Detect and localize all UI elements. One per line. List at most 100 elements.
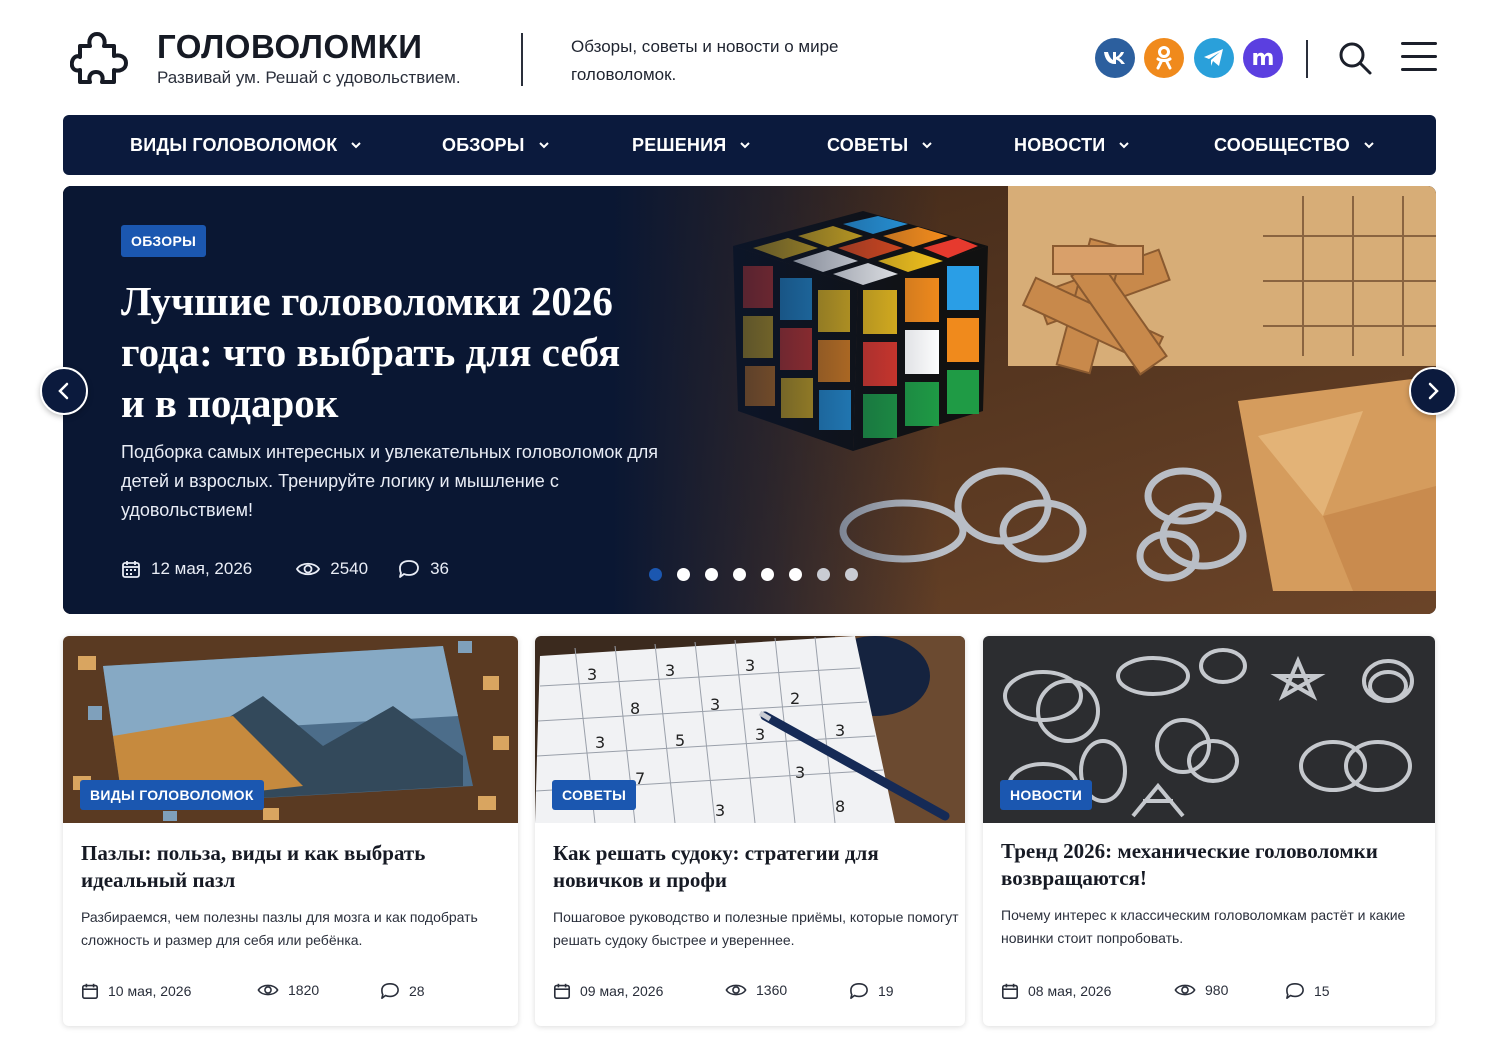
card-comments[interactable]: 28: [380, 982, 425, 1000]
slider-dot[interactable]: [789, 568, 802, 581]
card-excerpt: Почему интерес к классическим головоломк…: [1001, 907, 1406, 946]
card-category-badge[interactable]: СОВЕТЫ: [552, 780, 637, 810]
search-icon[interactable]: [1337, 40, 1373, 76]
card-views: 1820: [257, 982, 319, 998]
card-views-count: 1820: [288, 982, 320, 998]
eye-icon: [296, 562, 321, 576]
article-card[interactable]: 3 3 3 8 3 2 3 5 3 3 7 3 3 8 СОВЕТЫ Как решать судо…: [535, 636, 965, 1026]
slider-prev-button[interactable]: [40, 367, 88, 415]
hero-comments[interactable]: 36: [398, 559, 449, 579]
header-divider: [521, 33, 523, 86]
card-category-badge[interactable]: НОВОСТИ: [1000, 780, 1093, 810]
svg-text:3: 3: [795, 763, 805, 782]
nav-item-solutions[interactable]: РЕШЕНИЯ: [632, 115, 751, 175]
card-category-badge[interactable]: ВИДЫ ГОЛОВОЛОМОК: [80, 780, 264, 810]
svg-text:5: 5: [675, 731, 685, 750]
card-meta: 08 мая, 2026 980 15: [1001, 982, 1411, 1002]
chevron-down-icon: [740, 142, 751, 149]
max-messenger-icon[interactable]: m: [1243, 38, 1283, 78]
ok-icon[interactable]: [1144, 38, 1184, 78]
hero-slider[interactable]: ОБЗОРЫ Лучшие головоломки 2026 года: что…: [63, 186, 1436, 614]
card-views-count: 1360: [756, 982, 788, 998]
card-date-text: 08 мая, 2026: [1028, 983, 1112, 999]
nav-label: РЕШЕНИЯ: [632, 134, 727, 155]
chevron-right-icon: [1428, 382, 1439, 400]
card-views: 980: [1174, 982, 1228, 998]
puzzle-logo-icon[interactable]: [70, 26, 132, 88]
article-card[interactable]: НОВОСТИ Тренд 2026: механические головол…: [983, 636, 1435, 1026]
slider-next-button[interactable]: [1409, 367, 1457, 415]
nav-item-reviews[interactable]: ОБЗОРЫ: [442, 115, 549, 175]
hamburger-menu-icon[interactable]: [1401, 42, 1437, 74]
vk-icon[interactable]: [1095, 38, 1135, 78]
card-date: 09 мая, 2026: [553, 982, 663, 1000]
comment-icon: [850, 982, 868, 1000]
card-date-text: 09 мая, 2026: [580, 983, 664, 999]
calendar-icon: [122, 561, 140, 578]
hero-date-text: 12 мая, 2026: [151, 559, 253, 578]
card-views-count: 980: [1205, 982, 1229, 998]
nav-item-types[interactable]: ВИДЫ ГОЛОВОЛОМОК: [130, 115, 362, 175]
main-nav: ВИДЫ ГОЛОВОЛОМОК ОБЗОРЫ РЕШЕНИЯ СОВЕТЫ Н…: [63, 115, 1436, 175]
card-image[interactable]: 3 3 3 8 3 2 3 5 3 3 7 3 3 8 СОВЕТЫ: [535, 636, 965, 823]
hero-category-badge[interactable]: ОБЗОРЫ: [121, 225, 207, 257]
chevron-down-icon: [351, 142, 362, 149]
svg-text:8: 8: [835, 797, 845, 816]
card-image[interactable]: ВИДЫ ГОЛОВОЛОМОК: [63, 636, 518, 823]
card-image[interactable]: НОВОСТИ: [983, 636, 1435, 823]
article-card[interactable]: ВИДЫ ГОЛОВОЛОМОК Пазлы: польза, виды и к…: [63, 636, 518, 1026]
card-comments-count: 28: [409, 983, 425, 999]
svg-text:3: 3: [715, 801, 725, 820]
calendar-icon: [553, 983, 571, 1000]
card-date: 08 мая, 2026: [1001, 982, 1111, 1000]
slider-dot[interactable]: [845, 568, 858, 581]
slider-dot[interactable]: [761, 568, 774, 581]
card-meta: 09 мая, 2026 1360 19: [553, 982, 963, 1002]
card-views: 1360: [725, 982, 787, 998]
card-excerpt: Пошаговое руководство и полезные приёмы,…: [553, 909, 959, 948]
slider-dot[interactable]: [733, 568, 746, 581]
card-title[interactable]: Пазлы: польза, виды и как выбрать идеаль…: [81, 840, 491, 894]
calendar-icon: [81, 983, 99, 1000]
nav-label: СООБЩЕСТВО: [1214, 134, 1350, 155]
card-comments-count: 15: [1314, 983, 1330, 999]
card-excerpt: Разбираемся, чем полезны пазлы для мозга…: [81, 909, 478, 948]
hero-excerpt: Подборка самых интересных и увлекательны…: [121, 442, 658, 520]
hero-title[interactable]: Лучшие головоломки 2026 года: что выбрат…: [121, 276, 641, 429]
max-label: m: [1251, 45, 1275, 71]
chevron-down-icon: [922, 142, 933, 149]
comment-icon: [381, 982, 399, 1000]
svg-text:3: 3: [755, 725, 765, 744]
slider-dots: [649, 568, 873, 581]
card-date-text: 10 мая, 2026: [108, 983, 192, 999]
hero-views: 2540: [296, 559, 368, 579]
card-title[interactable]: Тренд 2026: механические головоломки воз…: [1001, 838, 1411, 892]
calendar-icon: [1001, 983, 1019, 1000]
card-comments[interactable]: 15: [1285, 982, 1330, 1000]
slider-dot[interactable]: [649, 568, 662, 581]
eye-icon: [257, 984, 279, 996]
chevron-down-icon: [1364, 142, 1374, 149]
site-header: ГОЛОВОЛОМКИ Развивай ум. Решай с удоволь…: [0, 0, 1488, 112]
svg-text:3: 3: [665, 661, 675, 680]
card-meta: 10 мая, 2026 1820 28: [81, 982, 491, 1002]
slider-dot[interactable]: [817, 568, 830, 581]
hero-date: 12 мая, 2026: [121, 559, 252, 579]
chevron-left-icon: [58, 382, 69, 400]
svg-text:3: 3: [835, 721, 845, 740]
card-title[interactable]: Как решать судоку: стратегии для новичко…: [553, 840, 963, 894]
site-description: Обзоры, советы и новости о мире головоло…: [571, 37, 839, 84]
header-separator: [1306, 40, 1308, 78]
nav-label: ОБЗОРЫ: [442, 134, 525, 155]
slider-dot[interactable]: [705, 568, 718, 581]
card-comments[interactable]: 19: [849, 982, 894, 1000]
comment-icon: [1286, 982, 1304, 1000]
site-tagline: Развивай ум. Решай с удовольствием.: [157, 68, 461, 87]
telegram-icon[interactable]: [1194, 38, 1234, 78]
slider-dot[interactable]: [677, 568, 690, 581]
site-title[interactable]: ГОЛОВОЛОМКИ: [157, 28, 422, 66]
nav-item-news[interactable]: НОВОСТИ: [1014, 115, 1130, 175]
nav-item-tips[interactable]: СОВЕТЫ: [827, 115, 933, 175]
nav-item-community[interactable]: СООБЩЕСТВО: [1214, 115, 1374, 175]
nav-label: НОВОСТИ: [1014, 134, 1106, 155]
